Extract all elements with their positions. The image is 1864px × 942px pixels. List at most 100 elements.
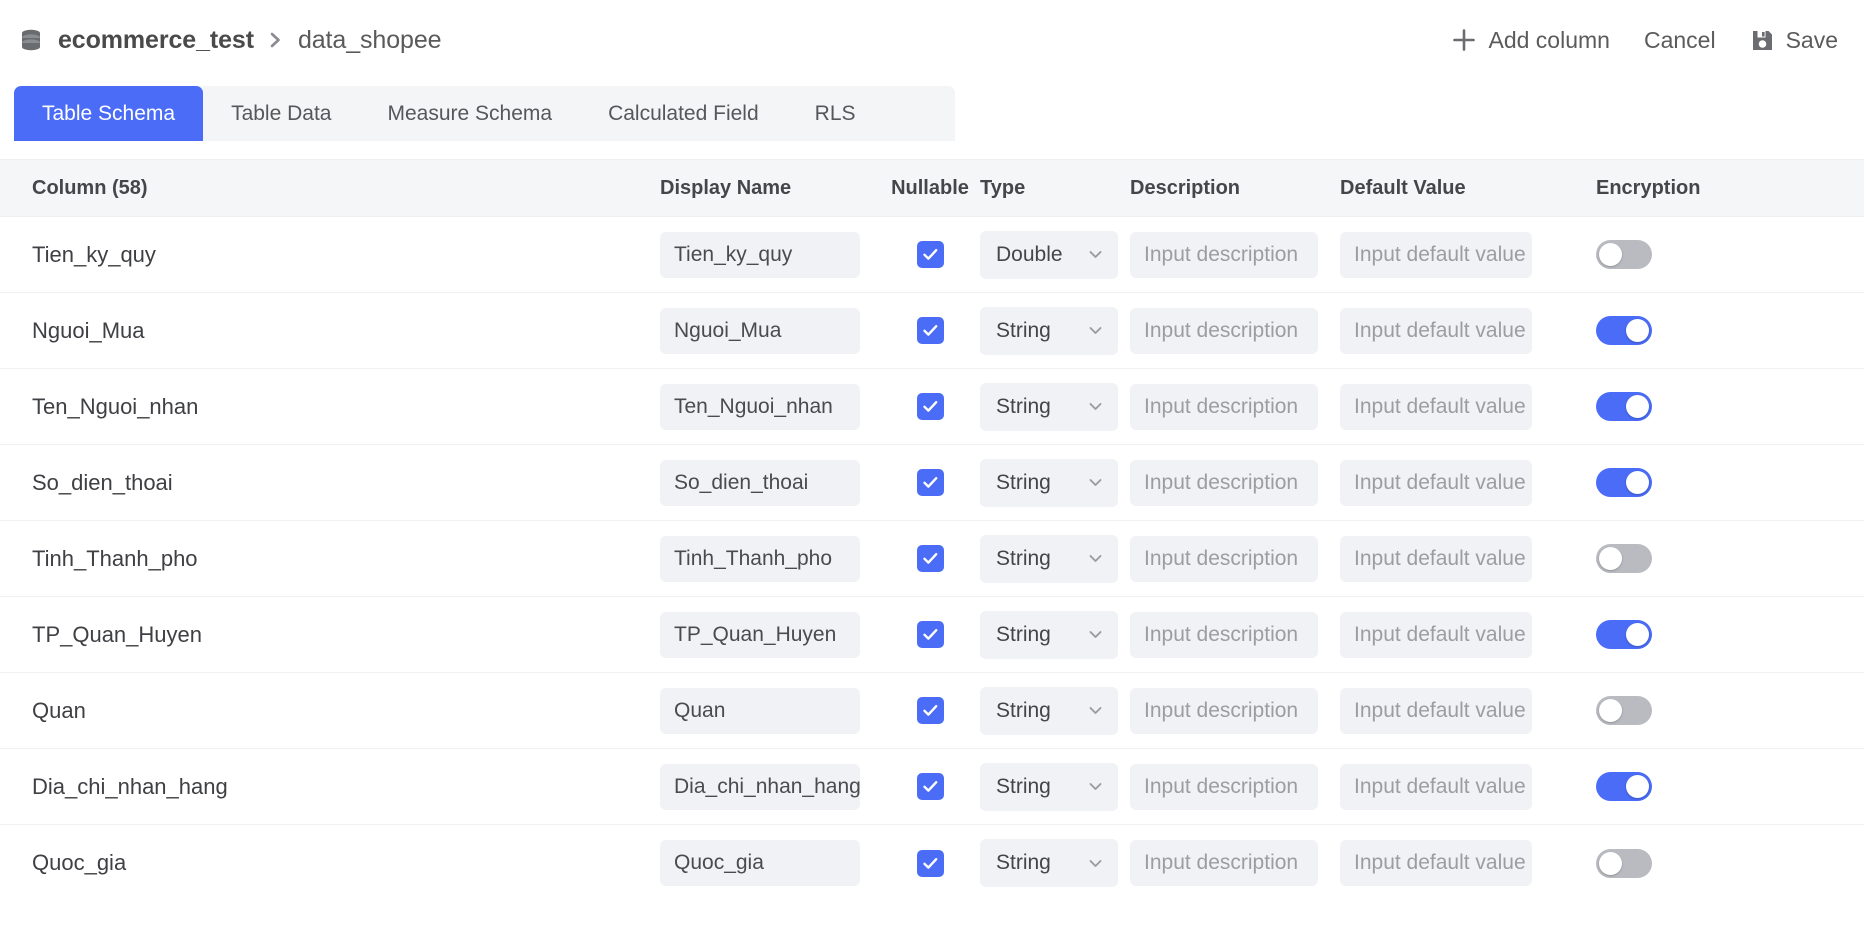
encryption-cell <box>1570 772 1864 801</box>
default-value-input[interactable]: Input default value <box>1340 840 1532 886</box>
column-name-cell: Dia_chi_nhan_hang <box>0 774 660 800</box>
display-name-input[interactable]: Quoc_gia <box>660 840 860 886</box>
top-bar: ecommerce_test data_shopee Add column Ca… <box>0 0 1864 80</box>
plus-icon <box>1451 27 1477 53</box>
nullable-checkbox[interactable] <box>916 545 944 572</box>
breadcrumb: ecommerce_test data_shopee <box>18 26 442 55</box>
display-name-input[interactable]: Ten_Nguoi_nhan <box>660 383 860 430</box>
nullable-checkbox[interactable] <box>916 849 944 877</box>
description-input[interactable]: Input description <box>1130 383 1318 430</box>
encryption-toggle[interactable] <box>1596 620 1652 649</box>
cancel-button[interactable]: Cancel <box>1644 27 1716 54</box>
encryption-toggle[interactable] <box>1596 772 1652 801</box>
default-value-input[interactable]: Input default value <box>1340 535 1532 582</box>
column-name-cell: Ten_Nguoi_nhan <box>0 394 660 420</box>
add-column-button[interactable]: Add column <box>1451 27 1610 54</box>
display-name-input[interactable]: TP_Quan_Huyen <box>660 611 860 658</box>
description-input[interactable]: Input description <box>1130 307 1318 354</box>
toggle-knob <box>1599 547 1622 570</box>
column-name-text: TP_Quan_Huyen <box>32 621 202 647</box>
description-input[interactable]: Input description <box>1130 611 1318 658</box>
type-select[interactable]: String <box>980 382 1118 431</box>
display-name-cell: So_dien_thoai <box>660 459 880 506</box>
nullable-checkbox[interactable] <box>916 393 944 420</box>
default-value-cell: Input default value <box>1340 687 1570 734</box>
description-cell: Input description <box>1130 763 1340 810</box>
toggle-knob <box>1626 319 1649 342</box>
description-input[interactable]: Input description <box>1130 763 1318 810</box>
description-cell: Input description <box>1130 535 1340 582</box>
nullable-cell <box>880 697 980 724</box>
type-select[interactable]: String <box>980 610 1118 659</box>
default-value-input[interactable]: Input default value <box>1340 459 1532 506</box>
table-header-row: Column (58) Display Name Nullable Type D… <box>0 159 1864 217</box>
chevron-down-icon <box>1087 778 1104 795</box>
description-input[interactable]: Input description <box>1130 231 1318 278</box>
type-select[interactable]: String <box>980 458 1118 507</box>
display-name-cell: Dia_chi_nhan_hang <box>660 763 880 810</box>
nullable-checkbox[interactable] <box>916 621 944 648</box>
save-button[interactable]: Save <box>1750 27 1838 54</box>
toggle-knob <box>1599 243 1622 266</box>
type-select[interactable]: String <box>980 839 1118 887</box>
encryption-cell <box>1570 544 1864 573</box>
encryption-toggle[interactable] <box>1596 240 1652 269</box>
chevron-down-icon <box>1087 322 1104 339</box>
display-name-input[interactable]: Dia_chi_nhan_hang <box>660 763 860 810</box>
nullable-cell <box>880 241 980 268</box>
nullable-checkbox[interactable] <box>916 241 944 268</box>
type-select-value: String <box>996 318 1051 342</box>
default-value-input[interactable]: Input default value <box>1340 763 1532 810</box>
display-name-input[interactable]: Nguoi_Mua <box>660 307 860 354</box>
default-value-input[interactable]: Input default value <box>1340 383 1532 430</box>
display-name-cell: Tinh_Thanh_pho <box>660 535 880 582</box>
display-name-input[interactable]: Tien_ky_quy <box>660 231 860 278</box>
encryption-toggle[interactable] <box>1596 544 1652 573</box>
description-input[interactable]: Input description <box>1130 687 1318 734</box>
encryption-toggle[interactable] <box>1596 392 1652 421</box>
display-name-input[interactable]: Quan <box>660 687 860 734</box>
tab-calculated-field[interactable]: Calculated Field <box>580 86 787 141</box>
type-select-value: String <box>996 394 1051 418</box>
nullable-cell <box>880 545 980 572</box>
nullable-checkbox[interactable] <box>916 469 944 496</box>
type-select[interactable]: String <box>980 534 1118 583</box>
display-name-input[interactable]: So_dien_thoai <box>660 459 860 506</box>
type-select[interactable]: String <box>980 306 1118 355</box>
default-value-input[interactable]: Input default value <box>1340 307 1532 354</box>
encryption-cell <box>1570 392 1864 421</box>
default-value-input[interactable]: Input default value <box>1340 611 1532 658</box>
default-value-input[interactable]: Input default value <box>1340 231 1532 278</box>
encryption-cell <box>1570 468 1864 497</box>
type-select[interactable]: Double <box>980 230 1118 279</box>
encryption-toggle[interactable] <box>1596 468 1652 497</box>
cancel-label: Cancel <box>1643 26 1716 53</box>
description-input[interactable]: Input description <box>1130 840 1318 886</box>
encryption-toggle[interactable] <box>1596 696 1652 725</box>
breadcrumb-table[interactable]: data_shopee <box>298 26 442 55</box>
database-icon <box>18 27 44 53</box>
type-select[interactable]: String <box>980 762 1118 811</box>
nullable-checkbox[interactable] <box>916 773 944 800</box>
nullable-checkbox[interactable] <box>916 697 944 724</box>
chevron-down-icon <box>1087 398 1104 415</box>
display-name-input[interactable]: Tinh_Thanh_pho <box>660 535 860 582</box>
type-select-value: String <box>996 622 1051 646</box>
tab-rls[interactable]: RLS <box>787 86 884 141</box>
type-select[interactable]: String <box>980 686 1118 735</box>
encryption-toggle[interactable] <box>1596 848 1652 878</box>
tab-measure-schema[interactable]: Measure Schema <box>359 86 580 141</box>
tab-table-schema[interactable]: Table Schema <box>14 86 204 141</box>
nullable-checkbox[interactable] <box>916 317 944 344</box>
toggle-knob <box>1599 851 1622 875</box>
type-select-value: String <box>996 851 1051 874</box>
default-value-input[interactable]: Input default value <box>1340 687 1532 734</box>
display-name-cell: TP_Quan_Huyen <box>660 611 880 658</box>
tab-table-data[interactable]: Table Data <box>203 86 359 141</box>
encryption-toggle[interactable] <box>1596 316 1652 345</box>
description-input[interactable]: Input description <box>1130 459 1318 506</box>
default-value-cell: Input default value <box>1340 611 1570 658</box>
description-input[interactable]: Input description <box>1130 535 1318 582</box>
breadcrumb-database[interactable]: ecommerce_test <box>58 26 254 55</box>
column-name-text: Ten_Nguoi_nhan <box>32 393 199 419</box>
